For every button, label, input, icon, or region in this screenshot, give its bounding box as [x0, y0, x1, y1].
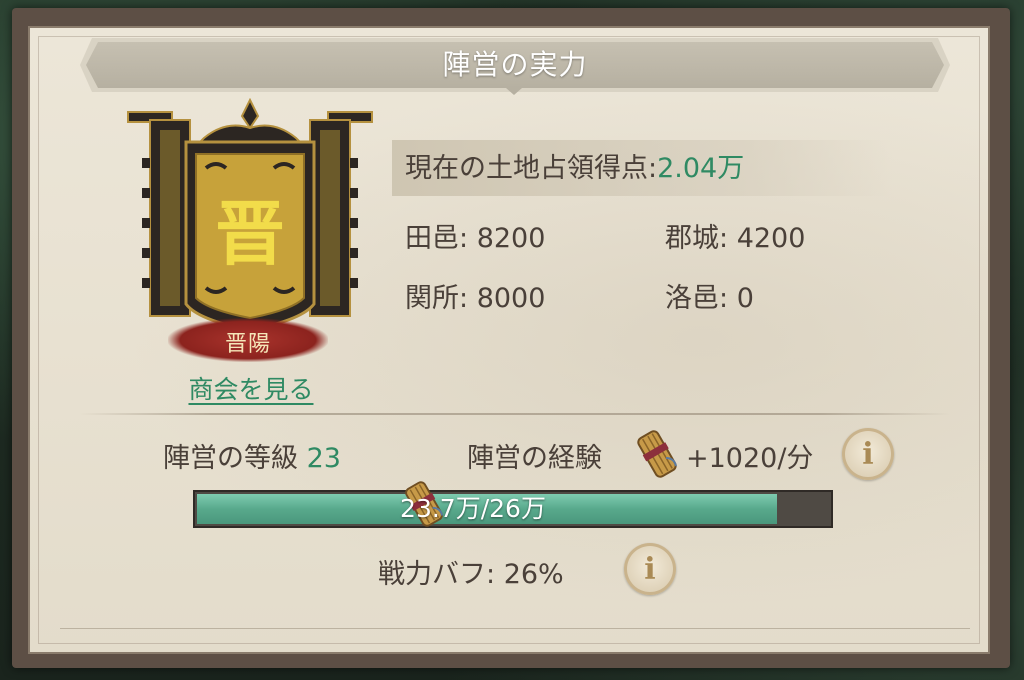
holding-value: 8200: [476, 223, 546, 254]
buff-info-button[interactable]: i: [624, 543, 676, 595]
view-guild-link[interactable]: 商会を見る: [156, 370, 346, 406]
holding-label: 郡城:: [665, 223, 729, 254]
holding-label: 洛邑:: [665, 283, 729, 314]
title-notch: [506, 88, 522, 95]
holding-checkpoints: 関所: 8000: [405, 276, 545, 315]
faction-level-value: 23: [306, 443, 341, 474]
exp-info-button[interactable]: i: [842, 428, 894, 480]
territory-score-label: 現在の土地占領得点:: [405, 153, 658, 184]
holding-fields: 田邑: 8200: [405, 216, 545, 255]
holding-commanderies: 郡城: 4200: [665, 216, 805, 255]
faction-level-label: 陣営の等級: [163, 443, 298, 474]
faction-level: 陣営の等級 23: [163, 436, 341, 475]
territory-score-value: 2.04万: [657, 153, 745, 184]
section-divider: [80, 413, 950, 415]
holding-luoyi: 洛邑: 0: [665, 276, 754, 315]
holding-value: 8000: [476, 283, 546, 314]
territory-score: 現在の土地占領得点:2.04万: [405, 146, 744, 185]
exp-progress-text: 23.7万/26万: [400, 494, 546, 523]
info-icon: i: [862, 436, 874, 472]
city-name: 晋陽: [224, 332, 271, 357]
power-buff-value: 26%: [503, 559, 564, 590]
scroll-bundle-icon: [637, 430, 677, 478]
holding-value: 0: [736, 283, 754, 314]
info-icon: i: [644, 551, 656, 587]
holding-label: 関所:: [405, 283, 469, 314]
power-buff-label: 戦力バフ:: [378, 559, 496, 590]
bottom-divider: [60, 628, 970, 629]
panel-title: 陣営の実力: [442, 48, 588, 81]
banner-character: 晋: [215, 192, 285, 275]
holding-value: 4200: [736, 223, 806, 254]
power-buff: 戦力バフ: 26%: [378, 552, 564, 591]
holding-label: 田邑:: [405, 223, 469, 254]
faction-exp-rate: +1020/分: [686, 443, 814, 474]
faction-exp-label: 陣営の経験: [467, 443, 602, 474]
